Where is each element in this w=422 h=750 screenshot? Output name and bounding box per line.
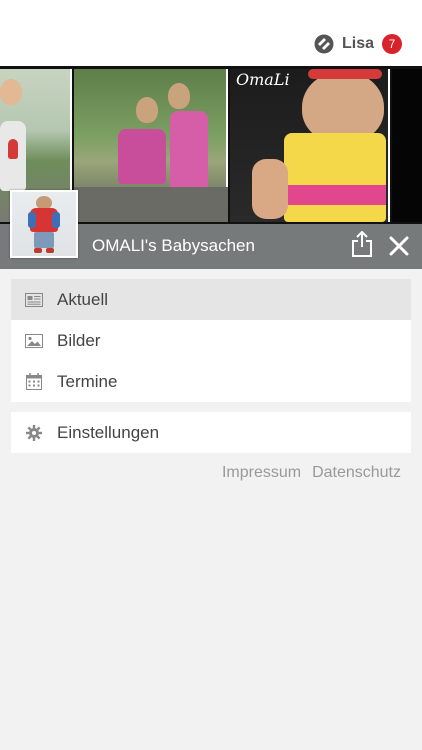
- gear-icon: [25, 424, 43, 442]
- app-logo-icon: [314, 34, 334, 54]
- menu-item-label: Bilder: [57, 330, 101, 350]
- impressum-link[interactable]: Impressum: [222, 464, 301, 482]
- close-icon[interactable]: [388, 235, 410, 257]
- calendar-icon: [25, 373, 43, 391]
- user-name[interactable]: Lisa: [342, 35, 374, 53]
- footer-links: Impressum Datenschutz: [222, 464, 401, 482]
- menu-item-label: Einstellungen: [57, 422, 160, 442]
- datenschutz-link[interactable]: Datenschutz: [312, 464, 401, 482]
- menu-item-label: Aktuell: [57, 289, 109, 309]
- cover-photo-3: [230, 69, 390, 222]
- image-icon: [25, 332, 43, 350]
- menu-item-label: Termine: [57, 371, 118, 391]
- page-title: OMALI's Babysachen: [92, 236, 255, 255]
- top-bar: Lisa 7: [0, 0, 422, 66]
- main-menu: Aktuell Bilder Termine: [11, 279, 411, 402]
- user-menu[interactable]: Lisa 7: [314, 32, 402, 56]
- banner-watermark: OmaLi: [236, 70, 290, 89]
- settings-section: Einstellungen: [11, 412, 411, 453]
- newspaper-icon: [25, 291, 43, 309]
- page-avatar[interactable]: [10, 190, 78, 258]
- cover-photo-2: [74, 69, 228, 222]
- share-icon[interactable]: [350, 231, 374, 257]
- notification-badge[interactable]: 7: [382, 34, 402, 54]
- menu-item-bilder[interactable]: Bilder: [11, 320, 411, 361]
- cover-photo-4: [392, 69, 422, 222]
- menu-item-termine[interactable]: Termine: [11, 361, 411, 402]
- menu-item-einstellungen[interactable]: Einstellungen: [11, 412, 411, 453]
- menu-item-aktuell[interactable]: Aktuell: [11, 279, 411, 320]
